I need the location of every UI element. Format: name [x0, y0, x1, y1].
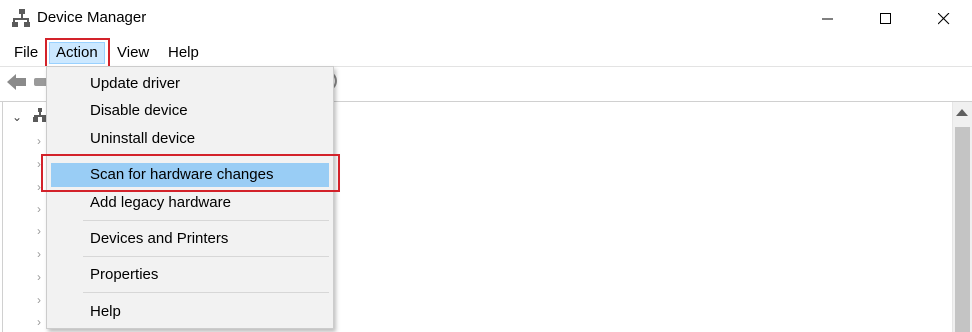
device-manager-icon [12, 9, 30, 27]
menu-item-uninstall-device[interactable]: Uninstall device [51, 127, 329, 151]
minimize-icon [822, 18, 833, 20]
close-button[interactable] [914, 0, 972, 38]
menu-item-devices-and-printers[interactable]: Devices and Printers [51, 227, 329, 251]
title-bar: Device Manager [0, 0, 972, 38]
chevron-right-icon[interactable]: › [37, 293, 41, 307]
menu-separator [83, 292, 329, 293]
action-menu: Update driver Disable device Uninstall d… [46, 66, 334, 329]
back-arrow-icon[interactable] [7, 73, 27, 91]
vertical-scrollbar[interactable] [952, 102, 972, 332]
maximize-button[interactable] [856, 0, 916, 38]
scrollbar-thumb[interactable] [955, 127, 970, 332]
chevron-right-icon[interactable]: › [37, 202, 41, 216]
maximize-icon [880, 13, 891, 24]
chevron-right-icon[interactable]: › [37, 224, 41, 238]
menu-item-help[interactable]: Help [51, 300, 329, 324]
menu-item-update-driver[interactable]: Update driver [51, 72, 329, 96]
menu-item-disable-device[interactable]: Disable device [51, 99, 329, 123]
scroll-up-arrow-icon[interactable] [956, 109, 968, 116]
chevron-down-icon[interactable]: ⌄ [12, 110, 22, 124]
menu-separator [83, 220, 329, 221]
menu-item-add-legacy-hardware[interactable]: Add legacy hardware [51, 191, 329, 215]
menu-file[interactable]: File [8, 42, 44, 64]
close-icon [938, 13, 950, 25]
chevron-right-icon[interactable]: › [37, 134, 41, 148]
menu-bar: File Action View Help [0, 38, 972, 66]
chevron-right-icon[interactable]: › [37, 247, 41, 261]
chevron-right-icon[interactable]: › [37, 270, 41, 284]
menu-help[interactable]: Help [162, 42, 205, 64]
chevron-right-icon[interactable]: › [37, 315, 41, 329]
scan-highlight-box [41, 154, 340, 192]
computer-icon [33, 108, 47, 122]
window-title: Device Manager [37, 9, 147, 26]
menu-separator [83, 256, 329, 257]
menu-view[interactable]: View [111, 42, 155, 64]
menu-item-properties[interactable]: Properties [51, 263, 329, 287]
minimize-button[interactable] [798, 0, 858, 38]
